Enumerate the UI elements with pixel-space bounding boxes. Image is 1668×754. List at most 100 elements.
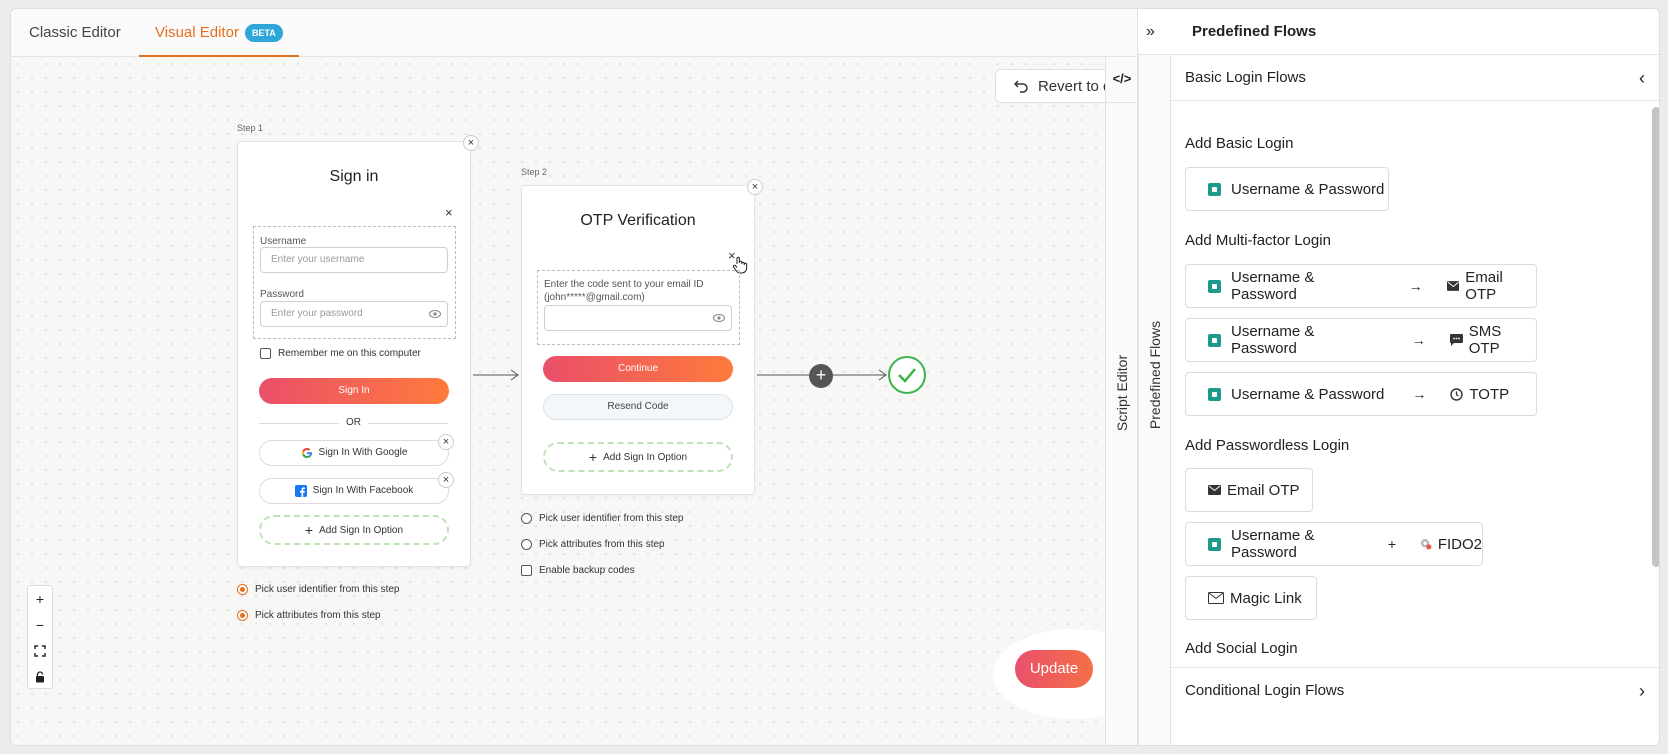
remember-me-label: Remember me on this computer	[278, 348, 421, 359]
divider	[368, 423, 448, 424]
flow-label: Username & Password	[1231, 385, 1385, 403]
flow-email-otp[interactable]: Username & Password → Email OTP	[1185, 264, 1537, 308]
facebook-icon	[294, 485, 307, 497]
collapse-icon[interactable]: »	[1146, 23, 1155, 41]
add-option-label: Add Sign In Option	[319, 524, 404, 536]
remember-me-checkbox[interactable]	[260, 348, 271, 359]
resend-code-button[interactable]: Resend Code	[543, 394, 733, 420]
arrow-icon: →	[1408, 278, 1423, 294]
step-1-card: Sign in × Username Enter your username P…	[237, 141, 471, 567]
tab-classic-editor[interactable]: Classic Editor	[29, 9, 121, 57]
chevron-left-icon: ‹	[1639, 68, 1645, 88]
basic-section-label: Basic Login Flows	[1185, 69, 1306, 86]
tab-visual-label: Visual Editor	[155, 24, 239, 41]
app-frame: Classic Editor Visual Editor BETA Revert …	[10, 8, 1660, 746]
flow-canvas[interactable]: Revert to default Step 1 Sign in × Usern…	[11, 57, 1177, 745]
flow-label: Username & Password	[1231, 323, 1315, 357]
continue-button[interactable]: Continue	[543, 356, 733, 382]
magic-link-mail-icon	[1208, 592, 1224, 604]
add-option-label: Add Sign In Option	[603, 451, 688, 463]
conditional-login-flows-header[interactable]: Conditional Login Flows ›	[1171, 667, 1659, 713]
add-sign-in-option-button[interactable]: + Add Sign In Option	[543, 442, 733, 472]
code-icon[interactable]: </>	[1106, 57, 1138, 103]
lock-icon[interactable]	[28, 664, 52, 690]
clock-icon	[1450, 387, 1464, 401]
credentials-block[interactable]: Username Enter your username Password En…	[253, 226, 456, 339]
password-placeholder: Enter your password	[271, 308, 363, 319]
otp-block[interactable]: Enter the code sent to your email ID (jo…	[537, 270, 740, 345]
step-2-title: OTP Verification	[580, 212, 696, 229]
panel-title: Predefined Flows	[1192, 23, 1317, 40]
group-passwordless-label: Add Passwordless Login	[1185, 437, 1350, 454]
otp-code-field[interactable]	[544, 305, 732, 331]
add-sign-in-option-button[interactable]: + Add Sign In Option	[259, 515, 449, 545]
add-step-icon[interactable]: +	[809, 364, 833, 388]
close-icon[interactable]: ×	[445, 205, 453, 220]
fido-key-icon	[1420, 538, 1432, 550]
flow-label: Email OTP	[1465, 269, 1503, 303]
flow-sms-otp[interactable]: Username & Password → SMS OTP	[1185, 318, 1537, 362]
update-button[interactable]: Update	[1015, 650, 1093, 688]
close-icon[interactable]: ×	[438, 434, 454, 450]
flow-username-password[interactable]: Username & Password	[1185, 167, 1389, 211]
sign-in-google-button[interactable]: Sign In With Google	[259, 440, 449, 466]
plus-icon: +	[588, 449, 598, 465]
group-mfa-label: Add Multi-factor Login	[1185, 232, 1331, 249]
flow-fido2[interactable]: Username & Password + FIDO2	[1185, 522, 1483, 566]
password-field[interactable]: Enter your password	[260, 301, 448, 327]
success-check-icon	[888, 356, 926, 394]
conditional-section-label: Conditional Login Flows	[1185, 682, 1345, 699]
pick-identifier-radio[interactable]	[521, 513, 532, 524]
flow-totp[interactable]: Username & Password → TOTP	[1185, 372, 1537, 416]
sign-in-facebook-button[interactable]: Sign In With Facebook	[259, 478, 449, 504]
username-field[interactable]: Enter your username	[260, 247, 448, 273]
scrollbar[interactable]	[1651, 107, 1659, 667]
editor-tabs: Classic Editor Visual Editor BETA	[11, 9, 1209, 57]
close-icon[interactable]: ×	[463, 135, 479, 151]
chevron-right-icon: ›	[1639, 681, 1645, 701]
lock-icon	[1208, 182, 1221, 196]
pick-identifier-radio[interactable]	[237, 584, 248, 595]
password-label: Password	[260, 289, 304, 300]
close-icon[interactable]: ×	[438, 472, 454, 488]
step-1-label: Step 1	[237, 123, 264, 133]
step-1-title: Sign in	[329, 168, 379, 185]
flow-label: FIDO2	[1437, 535, 1482, 553]
pick-attributes-radio[interactable]	[237, 610, 248, 621]
scrollbar-thumb[interactable]	[1652, 107, 1659, 567]
step-2-label: Step 2	[521, 167, 548, 177]
pick-attributes-label: Pick attributes from this step	[539, 539, 665, 550]
flow-magic-link[interactable]: Magic Link	[1185, 576, 1317, 620]
lock-icon	[1208, 537, 1221, 551]
fit-view-icon[interactable]	[28, 638, 52, 664]
backup-codes-checkbox[interactable]	[521, 565, 532, 576]
step-2-card: OTP Verification × Enter the code sent t…	[521, 185, 755, 495]
close-icon[interactable]: ×	[747, 179, 763, 195]
username-label: Username	[260, 236, 307, 247]
flow-label: TOTP	[1469, 385, 1510, 403]
lock-icon	[1208, 333, 1221, 347]
envelope-icon	[1446, 281, 1460, 291]
pick-attributes-label: Pick attributes from this step	[255, 610, 381, 621]
zoom-out-icon[interactable]: −	[28, 612, 52, 638]
zoom-controls: + −	[27, 585, 53, 689]
lock-icon	[1208, 279, 1221, 293]
flow-passwordless-email-otp[interactable]: Email OTP	[1185, 468, 1313, 512]
panel-header: » Predefined Flows	[1138, 9, 1659, 55]
script-editor-tab[interactable]: </> Script Editor	[1105, 57, 1138, 745]
envelope-icon	[1208, 485, 1221, 495]
flow-label: Username & Password	[1231, 180, 1385, 198]
predefined-flows-tab[interactable]: Predefined Flows	[1138, 55, 1170, 745]
zoom-in-icon[interactable]: +	[28, 586, 52, 612]
tab-visual-editor[interactable]: Visual Editor BETA	[139, 9, 299, 57]
pick-identifier-label: Pick user identifier from this step	[539, 513, 684, 524]
basic-login-flows-header[interactable]: Basic Login Flows ‹	[1171, 55, 1659, 101]
beta-badge: BETA	[244, 24, 283, 43]
arrow-icon: →	[1412, 386, 1427, 402]
pick-identifier-label: Pick user identifier from this step	[255, 584, 400, 595]
pick-attributes-radio[interactable]	[521, 539, 532, 550]
sign-in-button[interactable]: Sign In	[259, 378, 449, 404]
eye-icon[interactable]	[713, 312, 725, 324]
eye-icon[interactable]	[429, 308, 441, 320]
flow-label: Magic Link	[1230, 589, 1302, 607]
